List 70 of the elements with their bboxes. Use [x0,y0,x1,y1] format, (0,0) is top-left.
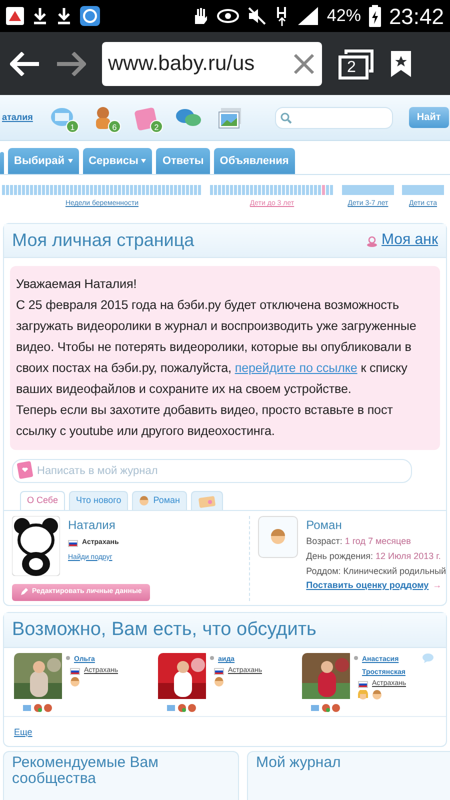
child-name: Роман [306,517,343,534]
notebook-icon [16,461,34,479]
download-icon [32,7,48,25]
bullet-icon [210,653,214,663]
count-badge: 6 [108,120,121,132]
network-icon [274,5,289,27]
address-bar[interactable]: www.baby.ru/us [102,42,322,86]
section-title: Возможно, Вам есть, что обсудить [4,612,446,648]
caret-icon [141,158,146,163]
section-heading: Рекомендуемые Вам сообщества [12,755,160,787]
child-info: День рождения: 12 Июля 2013 г. [306,550,442,563]
nav-tab[interactable]: Объявления [214,148,295,174]
back-icon[interactable] [10,52,40,76]
nav-tab[interactable]: Сервисы [82,148,152,174]
flag-icon [358,680,368,688]
flag-icon [68,540,78,547]
eye-icon [216,9,239,23]
timeline-bar[interactable] [210,185,334,195]
journal-field[interactable]: Написать в мой журнал [12,459,412,483]
profile-tab[interactable] [191,491,224,510]
contact-icons[interactable] [311,703,341,713]
download-icon [56,7,72,25]
bookmark-icon[interactable] [390,50,412,78]
mute-icon [246,6,267,26]
more-link[interactable]: Еще [14,727,32,737]
clock: 23:42 [388,2,444,30]
child-info: Возраст: 1 год 7 месяцев [306,535,412,548]
search-icon [280,112,292,124]
boy-icon [139,496,150,506]
app-icon [80,6,100,26]
notice-text: Уважаемая Наталия! [16,276,138,293]
notification-icon [6,7,24,25]
notice-text: Теперь если вы захотите добавить видео, просто вставьте в пост ссылку с youtube или другого видеохостинга. [16,402,394,440]
arrow-text: → [432,579,442,592]
flag-icon [214,668,224,675]
contact-icons[interactable] [23,703,53,713]
profile-link[interactable]: Моя анк [382,229,438,252]
contact-icons[interactable] [167,703,197,713]
profile-tab[interactable]: Что нового [68,491,128,510]
notice-link[interactable]: перейдите по ссылке [234,361,358,375]
search-field[interactable] [274,106,393,128]
battery-icon [368,5,381,27]
section-heading: Мой журнал [256,755,342,771]
bullet-icon [66,653,70,663]
box-icon [198,494,216,508]
battery-percentage: 42% [326,5,361,28]
count-badge: 1 [66,120,79,132]
caret-icon [68,158,73,163]
rate-link[interactable]: Поставить оценку роддому [306,579,429,592]
search-button[interactable]: Найт [408,107,449,128]
profile-name: Наталия [68,517,116,534]
nav-tab[interactable]: Ответы [156,148,210,174]
profile-tab[interactable]: О Себе [20,491,65,510]
signal-icon [296,6,319,26]
profile-icon [366,234,378,246]
flag-icon [70,668,80,675]
profile-tab[interactable]: Роман [132,491,188,510]
close-icon[interactable] [292,52,316,76]
user-link[interactable]: аталия [2,110,33,124]
boy-icon [270,529,286,545]
bullet-icon [354,653,358,663]
nav-tab[interactable]: Выбирай [8,148,79,174]
notice-text: С 25 февраля 2015 года на бэби.ру будет отключена возможность загружать видеоролики в журнал и воспроизводить уже загруженные видео. Чтобы не потерять видеоролики, которые вы опубликовали в своих постах на бэби.ру, пожалуйста, перейдите по ссылке к списку ваших видеофайлов и сохраните их на своем устройстве. [16,297,418,398]
child-info: Роддом: Клинический родильный [306,565,446,578]
url-text: www.baby.ru/us [108,50,256,77]
forward-icon[interactable] [56,52,86,76]
pencil-icon [20,588,28,596]
nav-tab[interactable] [0,152,4,174]
header-icon-button[interactable]: 2 [132,104,159,130]
page-title: Моя личная страница [12,229,196,252]
